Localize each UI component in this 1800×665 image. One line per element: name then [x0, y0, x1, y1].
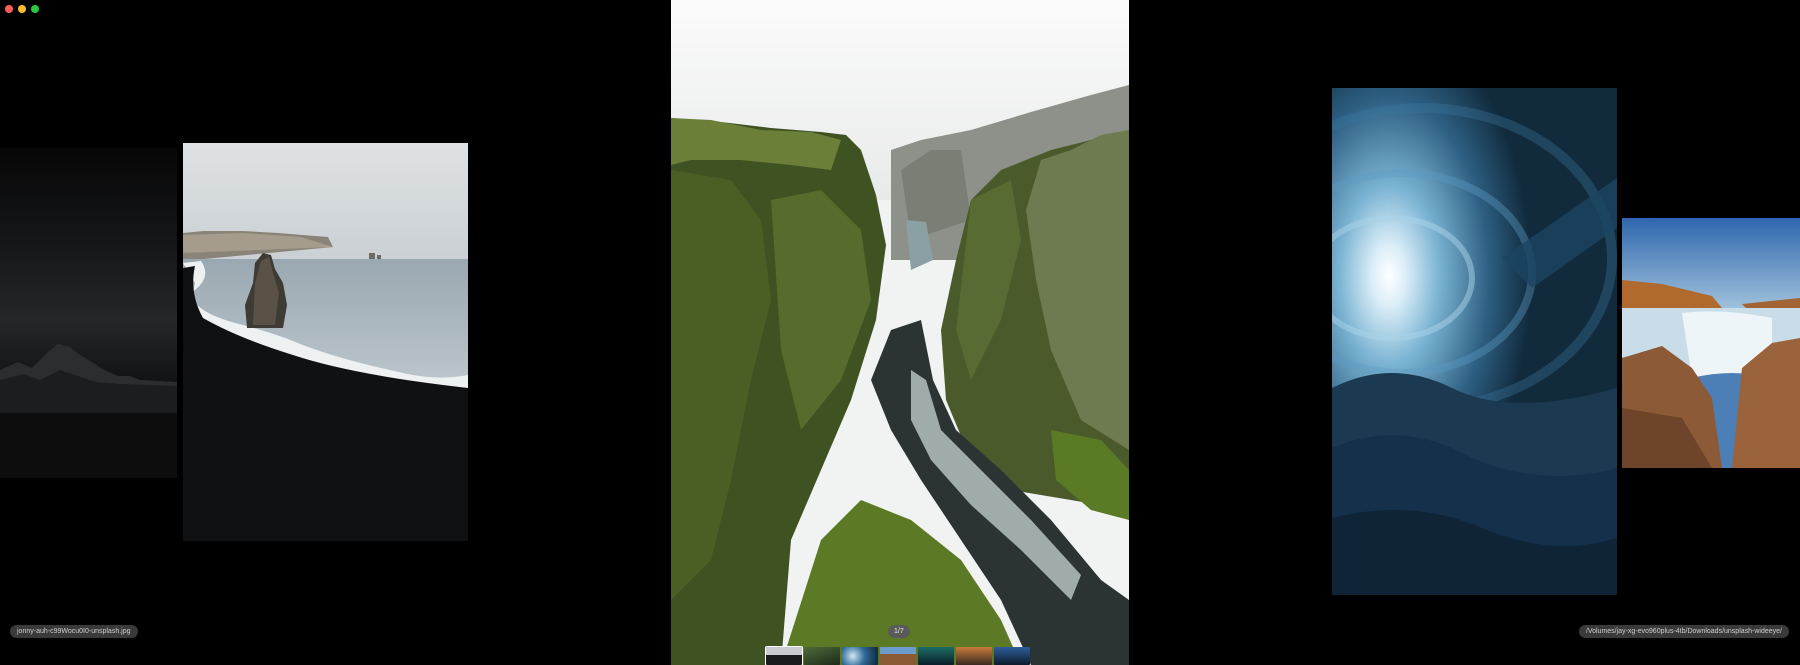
folder-path-label: /Volumes/jay-xg-evo960plus-4tb/Downloads…: [1578, 625, 1789, 638]
thumbnail-beach[interactable]: [765, 646, 803, 665]
photo-misty-mountains[interactable]: [0, 148, 177, 478]
filename-label: jonny-auh-c99Wocu0I0-unsplash.jpg: [10, 625, 138, 638]
photo-canyon[interactable]: [671, 0, 1129, 665]
thumbnail-strip: [765, 646, 1030, 665]
photo-waterfall[interactable]: [1622, 218, 1800, 468]
minimize-button[interactable]: [18, 5, 26, 13]
photo-beach[interactable]: [183, 143, 468, 541]
maximize-button[interactable]: [31, 5, 39, 13]
page-counter: 1/7: [888, 625, 910, 638]
thumbnail-orange-cliffs[interactable]: [956, 647, 992, 665]
photo-ice-cave[interactable]: [1332, 88, 1617, 595]
thumbnail-waterfall[interactable]: [880, 647, 916, 665]
thumbnail-ice-cave[interactable]: [842, 647, 878, 665]
thumbnail-aurora[interactable]: [918, 647, 954, 665]
window-controls: [5, 5, 39, 13]
close-button[interactable]: [5, 5, 13, 13]
thumbnail-canyon[interactable]: [804, 647, 840, 665]
thumbnail-blue-mountain[interactable]: [994, 647, 1030, 665]
